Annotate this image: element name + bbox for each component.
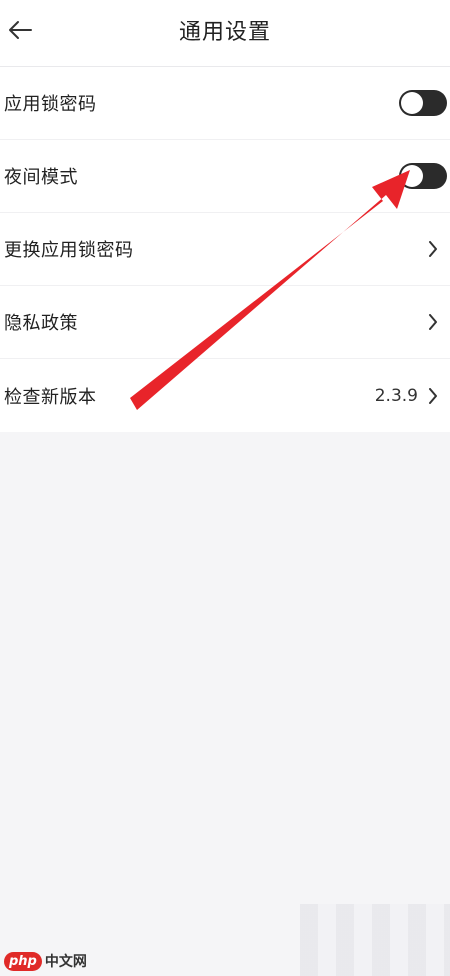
toggle-knob [401, 92, 423, 114]
blurred-overlay [300, 904, 450, 976]
setting-label: 检查新版本 [4, 386, 97, 408]
setting-change-lock-password[interactable]: 更换应用锁密码 [0, 213, 450, 286]
app-lock-toggle[interactable] [399, 90, 447, 116]
setting-check-update[interactable]: 检查新版本 2.3.9 [0, 359, 450, 432]
chevron-right-icon [426, 387, 440, 405]
chevron-right-icon [426, 240, 440, 258]
toggle-knob [401, 165, 423, 187]
setting-night-mode: 夜间模式 [0, 140, 450, 213]
page-title: 通用设置 [178, 20, 271, 45]
watermark-text: 中文网 [44, 954, 87, 970]
setting-privacy-policy[interactable]: 隐私政策 [0, 286, 450, 359]
setting-label: 更换应用锁密码 [4, 240, 134, 261]
settings-list: 应用锁密码 夜间模式 更换应用锁密码 隐私政策 检查新版本 2.3.9 [0, 67, 450, 432]
version-value: 2.3.9 [374, 385, 418, 406]
setting-app-lock-password: 应用锁密码 [0, 67, 450, 140]
site-watermark: php 中文网 [0, 946, 87, 976]
setting-label: 隐私政策 [4, 313, 78, 334]
setting-label: 应用锁密码 [4, 94, 97, 115]
chevron-right-icon [426, 313, 440, 331]
setting-label: 夜间模式 [4, 167, 78, 188]
night-mode-toggle[interactable] [399, 163, 447, 189]
top-bar: 通用设置 [0, 0, 450, 67]
watermark-logo: php [4, 951, 42, 971]
